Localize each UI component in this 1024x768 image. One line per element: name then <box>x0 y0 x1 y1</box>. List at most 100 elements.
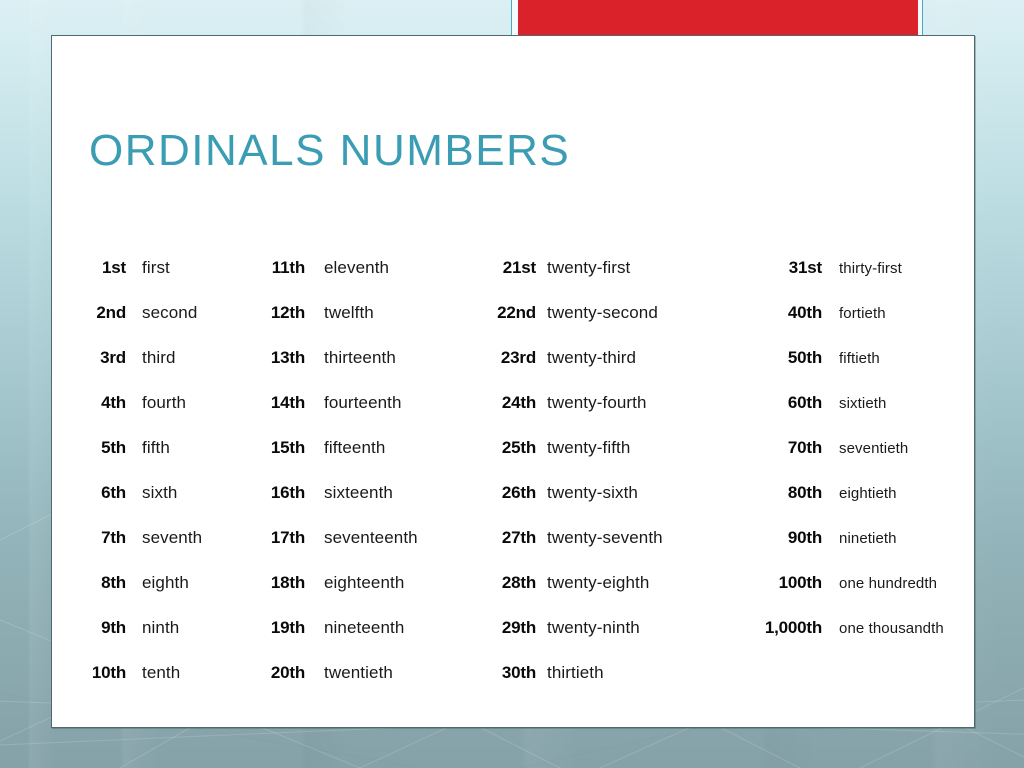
ordinal-number: 10th <box>82 663 126 683</box>
ordinal-row: 18th eighteenth <box>255 573 473 618</box>
ordinal-row: 1,000th one thousandth <box>740 618 970 663</box>
ordinal-word: eightieth <box>839 485 897 502</box>
ordinal-row: 3rd third <box>82 348 247 393</box>
ordinal-number: 21st <box>480 258 536 278</box>
page-title: ORDINALS NUMBERS <box>89 126 570 176</box>
ordinal-row: 25th twenty-fifth <box>480 438 738 483</box>
ordinal-number: 31st <box>740 258 822 278</box>
ordinal-row: 14thfourteenth <box>255 393 473 438</box>
ordinal-word: one hundredth <box>839 575 937 592</box>
ordinal-word: seventieth <box>839 440 908 457</box>
ordinal-word: second <box>142 303 197 323</box>
ordinal-word: twenty-sixth <box>547 483 638 503</box>
ordinal-word: tenth <box>142 663 180 683</box>
ordinal-word: sixteenth <box>324 483 393 503</box>
ordinal-number: 40th <box>740 303 822 323</box>
ordinal-number: 5th <box>82 438 126 458</box>
ordinal-word: seventeenth <box>324 528 418 548</box>
ordinal-row: 2nd second <box>82 303 247 348</box>
ordinal-row: 21sttwenty-first <box>480 258 738 303</box>
ordinal-number: 22nd <box>480 303 536 323</box>
ordinal-row: 8th eighth <box>82 573 247 618</box>
ordinals-table: 1stfirst 2ndsecond 3rdthird 4thfourth 5t… <box>52 258 974 708</box>
ordinal-number: 25th <box>480 438 536 458</box>
slide: ORDINALS NUMBERS 1stfirst 2nd second 3rd t… <box>0 0 1024 768</box>
ordinal-word: seventh <box>142 528 202 548</box>
ordinal-row: 17thseventeenth <box>255 528 473 573</box>
ordinal-number: 80th <box>740 483 822 503</box>
ordinal-number: 1,000th <box>740 618 822 638</box>
ordinals-column-1: 1stfirst 2ndsecond 3rdthird 4thfourth 5t… <box>82 258 247 708</box>
ordinal-word: twelfth <box>324 303 374 323</box>
ordinal-word: twenty-seventh <box>547 528 663 548</box>
ordinal-word: sixtieth <box>839 395 887 412</box>
ordinal-word: eighth <box>142 573 189 593</box>
ordinal-number: 3rd <box>82 348 126 368</box>
ordinal-word: fifteenth <box>324 438 385 458</box>
ordinal-number: 28th <box>480 573 536 593</box>
ordinal-number: 60th <box>740 393 822 413</box>
ordinal-word: twenty-ninth <box>547 618 640 638</box>
ordinal-number: 100th <box>740 573 822 593</box>
ordinals-column-2: 11theleventh 12thtwelfth 13ththirteenth … <box>255 258 473 708</box>
ordinal-word: fortieth <box>839 305 886 322</box>
ordinal-row: 40th fortieth <box>740 303 970 348</box>
ordinal-word: nineteenth <box>324 618 404 638</box>
ordinal-word: eighteenth <box>324 573 404 593</box>
ordinal-number: 26th <box>480 483 536 503</box>
ordinal-row: 70th seventieth <box>740 438 970 483</box>
ordinal-row: 80th eightieth <box>740 483 970 528</box>
ordinal-word: sixth <box>142 483 177 503</box>
ordinal-row: 50thfiftieth <box>740 348 970 393</box>
ordinal-number: 15th <box>255 438 305 458</box>
ordinal-number: 19th <box>255 618 305 638</box>
ordinal-number: 24th <box>480 393 536 413</box>
ordinal-word: twenty-eighth <box>547 573 649 593</box>
ordinal-number: 27th <box>480 528 536 548</box>
ordinal-number: 20th <box>255 663 305 683</box>
ordinal-number: 7th <box>82 528 126 548</box>
ordinal-number: 14th <box>255 393 305 413</box>
ordinal-word: fifth <box>142 438 170 458</box>
ordinal-row: 11th eleventh <box>255 258 473 303</box>
ordinal-row: 9thninth <box>82 618 247 663</box>
ordinal-word: twenty-second <box>547 303 658 323</box>
ordinal-word: twenty-fifth <box>547 438 630 458</box>
ordinal-number: 18th <box>255 573 305 593</box>
ordinal-number: 23rd <box>480 348 536 368</box>
content-card: ORDINALS NUMBERS 1stfirst 2nd second 3rd t… <box>51 35 975 728</box>
ordinal-row: 30ththirtieth <box>480 663 738 708</box>
ordinal-number: 13th <box>255 348 305 368</box>
ordinal-number: 29th <box>480 618 536 638</box>
ordinal-row: 27th twenty-seventh <box>480 528 738 573</box>
ordinal-number: 8th <box>82 573 126 593</box>
ordinal-row: 60th sixtieth <box>740 393 970 438</box>
ordinal-word: eleventh <box>324 258 389 278</box>
ordinal-number: 16th <box>255 483 305 503</box>
ordinal-row: 31st thirty-first <box>740 258 970 303</box>
ordinal-number: 9th <box>82 618 126 638</box>
ordinal-number: 70th <box>740 438 822 458</box>
ordinal-word: one thousandth <box>839 620 944 637</box>
ordinal-row: 10th tenth <box>82 663 247 708</box>
ordinal-row: 13ththirteenth <box>255 348 473 393</box>
ordinal-row: 100th one hundredth <box>740 573 970 618</box>
ordinal-row: 23rd twenty-third <box>480 348 738 393</box>
ordinal-row: 19th nineteenth <box>255 618 473 663</box>
ordinal-number: 4th <box>82 393 126 413</box>
ordinal-row: 7th seventh <box>82 528 247 573</box>
ordinal-word: third <box>142 348 176 368</box>
ordinal-row: 16th sixteenth <box>255 483 473 528</box>
ordinal-word: thirty-first <box>839 260 902 277</box>
ordinal-number: 2nd <box>82 303 126 323</box>
ordinal-row: 1stfirst <box>82 258 247 303</box>
ordinal-row: 6th sixth <box>82 483 247 528</box>
ordinal-number: 11th <box>255 258 305 278</box>
ordinal-number: 30th <box>480 663 536 683</box>
ordinals-column-4: 31st thirty-first 40th fortieth 50thfiftie… <box>740 258 970 663</box>
ordinal-number: 6th <box>82 483 126 503</box>
ordinal-row: 22nd twenty-second <box>480 303 738 348</box>
ordinal-row: 5th fifth <box>82 438 247 483</box>
ordinal-word: twentieth <box>324 663 393 683</box>
ordinal-word: twenty-third <box>547 348 636 368</box>
